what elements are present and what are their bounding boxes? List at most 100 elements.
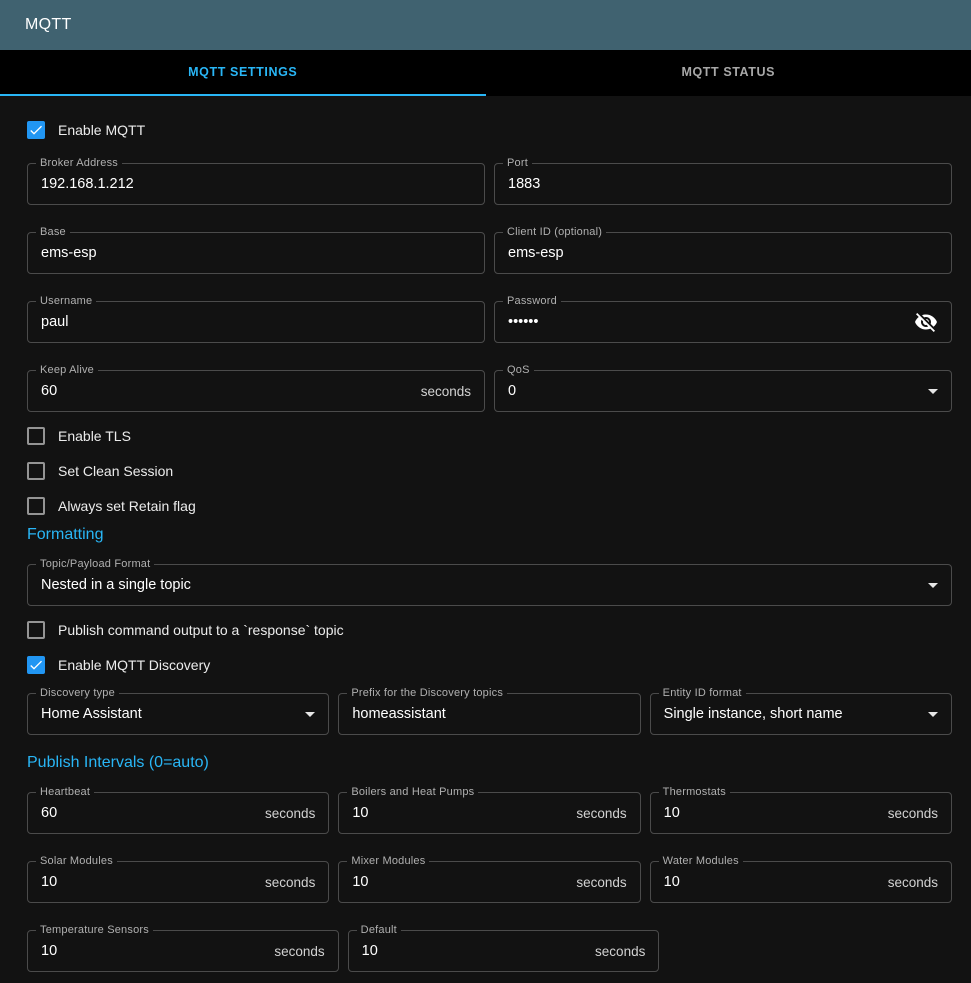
app-header: MQTT	[0, 0, 971, 50]
checkbox-label: Enable TLS	[58, 428, 131, 444]
form-row: Solar Modules 10 seconds Mixer Modules 1…	[27, 853, 952, 903]
field-label: Password	[503, 295, 561, 307]
field-label: Port	[503, 157, 532, 169]
row-spacer	[668, 930, 952, 972]
broker-address-input[interactable]: Broker Address 192.168.1.212	[27, 163, 485, 205]
formatting-section-title: Formatting	[27, 526, 952, 544]
field-value: 60	[41, 383, 57, 399]
form-row: Heartbeat 60 seconds Boilers and Heat Pu…	[27, 784, 952, 834]
boilers-interval-input[interactable]: Boilers and Heat Pumps 10 seconds	[338, 792, 640, 834]
field-value: 10	[352, 805, 368, 821]
checkbox-label: Publish command output to a `response` t…	[58, 622, 344, 638]
field-value: paul	[41, 314, 68, 330]
field-value: 10	[41, 943, 57, 959]
enable-mqtt-checkbox[interactable]: Enable MQTT	[27, 120, 145, 140]
checkbox-label: Enable MQTT Discovery	[58, 657, 210, 673]
form-row: Temperature Sensors 10 seconds Default 1…	[27, 922, 952, 972]
checkbox-label: Enable MQTT	[58, 122, 145, 138]
field-value: ems-esp	[41, 245, 97, 261]
topic-payload-format-select[interactable]: Topic/Payload Format Nested in a single …	[27, 564, 952, 606]
field-label: Keep Alive	[36, 364, 98, 376]
form-row: Keep Alive 60 seconds QoS 0	[27, 362, 952, 412]
visibility-off-icon[interactable]	[914, 310, 938, 334]
checkbox-checked-icon	[27, 121, 45, 139]
unit-suffix: seconds	[576, 806, 626, 821]
field-value: 10	[664, 874, 680, 890]
field-label: Default	[357, 924, 401, 936]
retain-flag-checkbox[interactable]: Always set Retain flag	[27, 496, 196, 516]
page-title: MQTT	[25, 16, 72, 34]
field-value: 0	[508, 383, 516, 399]
mqtt-settings-form: Enable MQTT Broker Address 192.168.1.212…	[0, 96, 971, 972]
clean-session-checkbox[interactable]: Set Clean Session	[27, 461, 173, 481]
field-label: Broker Address	[36, 157, 122, 169]
thermostats-interval-input[interactable]: Thermostats 10 seconds	[650, 792, 952, 834]
entity-id-format-select[interactable]: Entity ID format Single instance, short …	[650, 693, 952, 735]
unit-suffix: seconds	[888, 875, 938, 890]
field-label: Mixer Modules	[347, 855, 429, 867]
field-label: Base	[36, 226, 70, 238]
tab-label: MQTT SETTINGS	[188, 65, 297, 79]
form-row: Discovery type Home Assistant Prefix for…	[27, 685, 952, 735]
base-input[interactable]: Base ems-esp	[27, 232, 485, 274]
unit-suffix: seconds	[265, 875, 315, 890]
field-value: 192.168.1.212	[41, 176, 134, 192]
field-value: 10	[352, 874, 368, 890]
chevron-down-icon	[928, 712, 938, 717]
solar-interval-input[interactable]: Solar Modules 10 seconds	[27, 861, 329, 903]
enable-discovery-checkbox[interactable]: Enable MQTT Discovery	[27, 655, 210, 675]
field-value: 1883	[508, 176, 540, 192]
field-label: Discovery type	[36, 687, 119, 699]
field-value: 10	[664, 805, 680, 821]
heartbeat-interval-input[interactable]: Heartbeat 60 seconds	[27, 792, 329, 834]
checkbox-label: Set Clean Session	[58, 463, 173, 479]
checkbox-unchecked-icon	[27, 427, 45, 445]
field-value: ••••••	[508, 314, 538, 330]
keep-alive-input[interactable]: Keep Alive 60 seconds	[27, 370, 485, 412]
password-input[interactable]: Password ••••••	[494, 301, 952, 343]
mixer-interval-input[interactable]: Mixer Modules 10 seconds	[338, 861, 640, 903]
username-input[interactable]: Username paul	[27, 301, 485, 343]
tab-bar: MQTT SETTINGS MQTT STATUS	[0, 50, 971, 96]
tab-mqtt-settings[interactable]: MQTT SETTINGS	[0, 50, 486, 96]
default-interval-input[interactable]: Default 10 seconds	[348, 930, 660, 972]
publish-intervals-section-title: Publish Intervals (0=auto)	[27, 754, 952, 772]
field-label: Client ID (optional)	[503, 226, 606, 238]
checkbox-unchecked-icon	[27, 621, 45, 639]
field-value: Nested in a single topic	[41, 577, 191, 593]
tab-mqtt-status[interactable]: MQTT STATUS	[486, 50, 971, 96]
unit-suffix: seconds	[576, 875, 626, 890]
field-label: Username	[36, 295, 96, 307]
field-value: 60	[41, 805, 57, 821]
checkbox-unchecked-icon	[27, 462, 45, 480]
unit-suffix: seconds	[421, 384, 471, 399]
field-label: Solar Modules	[36, 855, 117, 867]
unit-suffix: seconds	[888, 806, 938, 821]
field-label: Prefix for the Discovery topics	[347, 687, 507, 699]
publish-response-checkbox[interactable]: Publish command output to a `response` t…	[27, 620, 344, 640]
field-value: 10	[41, 874, 57, 890]
water-interval-input[interactable]: Water Modules 10 seconds	[650, 861, 952, 903]
client-id-input[interactable]: Client ID (optional) ems-esp	[494, 232, 952, 274]
field-label: QoS	[503, 364, 534, 376]
discovery-type-select[interactable]: Discovery type Home Assistant	[27, 693, 329, 735]
field-value: homeassistant	[352, 706, 446, 722]
enable-tls-checkbox[interactable]: Enable TLS	[27, 426, 131, 446]
qos-select[interactable]: QoS 0	[494, 370, 952, 412]
field-label: Temperature Sensors	[36, 924, 153, 936]
field-value: ems-esp	[508, 245, 564, 261]
checkbox-checked-icon	[27, 656, 45, 674]
form-row: Username paul Password ••••••	[27, 293, 952, 343]
field-label: Heartbeat	[36, 786, 94, 798]
temperature-sensors-interval-input[interactable]: Temperature Sensors 10 seconds	[27, 930, 339, 972]
form-row: Topic/Payload Format Nested in a single …	[27, 556, 952, 606]
discovery-prefix-input[interactable]: Prefix for the Discovery topics homeassi…	[338, 693, 640, 735]
field-label: Entity ID format	[659, 687, 746, 699]
field-label: Boilers and Heat Pumps	[347, 786, 478, 798]
chevron-down-icon	[928, 389, 938, 394]
tab-label: MQTT STATUS	[681, 65, 775, 79]
field-label: Thermostats	[659, 786, 730, 798]
form-row: Broker Address 192.168.1.212 Port 1883	[27, 155, 952, 205]
unit-suffix: seconds	[265, 806, 315, 821]
port-input[interactable]: Port 1883	[494, 163, 952, 205]
